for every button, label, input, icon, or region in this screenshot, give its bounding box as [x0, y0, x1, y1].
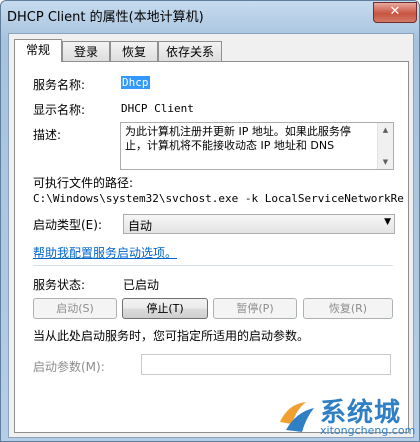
start-button[interactable]: 启动(S) — [33, 298, 117, 319]
tab-general[interactable]: 常规 — [14, 39, 62, 62]
startup-type-label: 启动类型(E): — [33, 218, 102, 232]
service-status-label: 服务状态: — [33, 278, 86, 292]
startup-param-hint: 当从此处启动服务时，您可指定所适用的启动参数。 — [33, 329, 310, 343]
service-name-label: 服务名称: — [33, 78, 86, 92]
window-title: DHCP Client 的属性(本地计算机) — [7, 10, 204, 25]
description-label: 描述: — [33, 128, 62, 142]
path-label: 可执行文件的路径: — [33, 176, 134, 190]
tab-dependencies[interactable]: 依存关系 — [158, 41, 222, 62]
display-name-label: 显示名称: — [33, 103, 86, 117]
start-params-label: 启动参数(M): — [33, 360, 105, 374]
description-text: 为此计算机注册并更新 IP 地址。如果此服务停止，计算机将不能接收动态 IP 地… — [125, 125, 351, 152]
service-name-value[interactable]: Dhcp — [121, 76, 150, 89]
pause-button[interactable]: 暂停(P) — [213, 298, 297, 319]
stop-button[interactable]: 停止(T) — [122, 298, 208, 319]
tab-logon[interactable]: 登录 — [62, 41, 110, 62]
display-name-value: DHCP Client — [121, 102, 194, 115]
scroll-down-icon[interactable]: ▼ — [378, 155, 393, 169]
watermark-logo-icon — [280, 402, 314, 432]
dialog-client-area: 常规 登录 恢复 依存关系 服务名称: Dhcp 显示名称: DHCP Clie… — [8, 33, 414, 438]
start-params-input[interactable] — [141, 354, 391, 375]
service-status-value: 已启动 — [123, 278, 160, 292]
startup-type-value: 自动 — [128, 219, 153, 233]
startup-type-dropdown[interactable]: 自动 ▼ — [123, 214, 395, 234]
chevron-down-icon: ▼ — [384, 217, 391, 227]
scroll-up-icon[interactable]: ▲ — [378, 123, 393, 137]
divider — [33, 265, 393, 266]
tab-recovery[interactable]: 恢复 — [110, 41, 158, 62]
path-value: C:\Windows\system32\svchost.exe -k Local… — [33, 192, 405, 205]
resume-button[interactable]: 恢复(R) — [303, 298, 393, 319]
watermark-url: xitongcheng.com — [320, 424, 416, 437]
close-button[interactable]: ✕ — [373, 2, 417, 23]
help-link[interactable]: 帮助我配置服务启动选项。 — [33, 244, 177, 261]
properties-window: DHCP Client 的属性(本地计算机) ✕ 常规 登录 恢复 依存关系 服… — [0, 0, 420, 442]
general-tab-panel: 服务名称: Dhcp 显示名称: DHCP Client 描述: 为此计算机注册… — [14, 61, 409, 433]
description-textbox[interactable]: 为此计算机注册并更新 IP 地址。如果此服务停止，计算机将不能接收动态 IP 地… — [120, 122, 394, 170]
description-scrollbar[interactable]: ▲ ▼ — [377, 123, 393, 169]
watermark: 系统城 xitongcheng.com — [276, 392, 420, 442]
